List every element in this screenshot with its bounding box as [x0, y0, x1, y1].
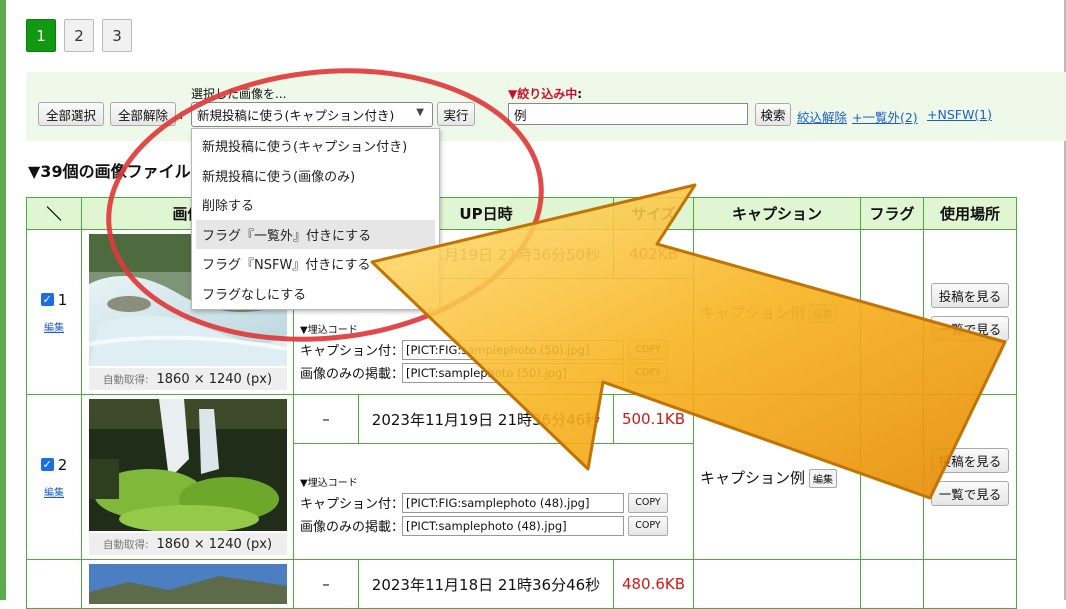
photo-thumbnail[interactable]: [88, 399, 287, 531]
caption-text: キャプション例: [700, 303, 806, 322]
image-dimensions: 自動取得: 1860 × 1240 (px): [88, 368, 287, 390]
copy-button[interactable]: COPY: [628, 362, 668, 383]
chevron-down-icon: ▼: [416, 107, 424, 118]
caption-edit-button[interactable]: 編集: [809, 303, 838, 323]
col-header-size: サイズ: [613, 197, 694, 230]
left-border: [0, 0, 6, 600]
dropdown-option-flag-nsfw[interactable]: フラグ『NSFW』付きにする: [192, 249, 439, 279]
view-post-button[interactable]: 投稿を見る: [931, 448, 1009, 473]
dropdown-option-delete[interactable]: 削除する: [192, 190, 439, 220]
caption-cell: キャプション例 編集: [693, 229, 861, 395]
filter-active-label: ▼絞り込み中:: [508, 87, 583, 101]
dropdown-option-flag-none[interactable]: フラグなしにする: [192, 279, 439, 309]
colon-separator: :: [179, 107, 184, 123]
clear-filter-link[interactable]: 絞込解除: [797, 107, 847, 126]
add-nsfw-filter-link[interactable]: +NSFW(1): [927, 107, 992, 122]
caption-edit-button[interactable]: 編集: [809, 468, 838, 488]
row-number: 2: [57, 455, 68, 474]
upload-date-cell: 2023年11月19日 21時36分46秒: [358, 394, 614, 444]
search-button[interactable]: 検索: [755, 103, 791, 126]
row-select-cell: ✓ 2 編集: [26, 394, 82, 560]
caption-cell: キャプション例 編集: [693, 394, 861, 560]
embed-code-header: ▼埋込コード: [300, 325, 358, 336]
dropdown-option-new-post-with-caption[interactable]: 新規投稿に使う(キャプション付き): [192, 131, 439, 161]
embed-caption-code-field[interactable]: [PICT:FIG:samplephoto (50).jpg]: [402, 339, 624, 360]
image-cell: [81, 559, 294, 609]
view-in-list-button[interactable]: 一覧で見る: [931, 316, 1009, 341]
embed-caption-code-field[interactable]: [PICT:FIG:samplephoto (48).jpg]: [402, 492, 624, 513]
table-row: ✓ 2 編集 自動取得: 1860 × 1240 (px) – 2023年11月19…: [26, 394, 1017, 560]
filter-input[interactable]: 例: [508, 103, 748, 125]
row-checkbox[interactable]: ✓: [40, 293, 54, 306]
copy-button[interactable]: COPY: [628, 339, 668, 360]
table-header-row: ＼ 画像 UP日時 サイズ キャプション フラグ 使用場所: [26, 197, 1017, 230]
view-post-button[interactable]: 投稿を見る: [931, 283, 1009, 308]
selected-images-caption: 選択した画像を...: [191, 87, 287, 101]
flag-cell: [860, 559, 924, 609]
file-size-cell: 402KB: [613, 229, 694, 279]
copy-button[interactable]: COPY: [628, 515, 668, 536]
add-unlisted-filter-link[interactable]: +一覧外(2): [852, 107, 918, 126]
flag-mark-cell: –: [293, 394, 359, 444]
embed-caption-label: キャプション付：: [300, 344, 405, 359]
bulk-action-toolbar: 全部選択 全部解除 選択した画像を... : 新規投稿に使う(キャプション付き)…: [26, 72, 1066, 141]
dropdown-option-flag-unlisted[interactable]: フラグ『一覧外』付きにする: [196, 219, 435, 249]
edit-link[interactable]: 編集: [27, 319, 81, 334]
row-checkbox[interactable]: ✓: [40, 458, 54, 471]
image-dimensions: 自動取得: 1860 × 1240 (px): [88, 533, 287, 555]
flag-mark-cell: –: [293, 559, 359, 609]
pagination: 1 2 3: [26, 19, 132, 52]
row-number: 1: [57, 290, 68, 309]
col-header-usage: 使用場所: [923, 197, 1017, 230]
file-size-cell: 480.6KB: [613, 559, 694, 609]
caption-text: キャプション例: [700, 468, 806, 487]
embed-code-header: ▼埋込コード: [300, 478, 358, 489]
copy-button[interactable]: COPY: [628, 492, 668, 513]
file-size-cell: 500.1KB: [613, 394, 694, 444]
embed-image-label: 画像のみの掲載：: [300, 520, 405, 535]
dropdown-option-new-post-image-only[interactable]: 新規投稿に使う(画像のみ): [192, 161, 439, 191]
flag-cell: [860, 229, 924, 395]
photo-thumbnail[interactable]: [88, 564, 287, 604]
edit-link[interactable]: 編集: [27, 484, 81, 499]
embed-code-cell: ▼埋込コード キャプション付： [PICT:FIG:samplephoto (4…: [293, 443, 694, 560]
embed-caption-label: キャプション付：: [300, 497, 405, 512]
view-in-list-button[interactable]: 一覧で見る: [931, 481, 1009, 506]
image-count-heading: ▼39個の画像ファイル: [28, 162, 191, 181]
col-header-select: ＼: [26, 197, 82, 230]
bulk-action-select[interactable]: 新規投稿に使う(キャプション付き) ▼: [191, 102, 433, 127]
table-row: – 2023年11月18日 21時36分46秒 480.6KB: [26, 559, 1017, 609]
row-select-cell: [26, 559, 82, 609]
page-2-button[interactable]: 2: [64, 19, 94, 52]
col-header-flag: フラグ: [860, 197, 924, 230]
col-header-caption: キャプション: [693, 197, 861, 230]
execute-button[interactable]: 実行: [437, 102, 475, 126]
bulk-action-dropdown-list: 新規投稿に使う(キャプション付き) 新規投稿に使う(画像のみ) 削除する フラグ…: [191, 128, 440, 310]
deselect-all-button[interactable]: 全部解除: [110, 102, 176, 126]
usage-cell: 投稿を見る 一覧で見る: [923, 229, 1017, 395]
row-select-cell: ✓ 1 編集: [26, 229, 82, 395]
upload-date-cell: 2023年11月18日 21時36分46秒: [358, 559, 614, 609]
bulk-action-value: 新規投稿に使う(キャプション付き): [197, 108, 395, 123]
usage-cell: [923, 559, 1017, 609]
usage-cell: 投稿を見る 一覧で見る: [923, 394, 1017, 560]
page-3-button[interactable]: 3: [102, 19, 132, 52]
embed-image-code-field[interactable]: [PICT:samplephoto (50).jpg]: [402, 362, 624, 383]
page-1-button[interactable]: 1: [26, 19, 56, 52]
table-row: ✓ 1 編集 自動取得: 1860 × 1240 (px) 2023年11月19日 …: [26, 229, 1017, 395]
image-table: ＼ 画像 UP日時 サイズ キャプション フラグ 使用場所 ✓ 1 編集 自動取得…: [26, 197, 1017, 609]
image-cell: 自動取得: 1860 × 1240 (px): [81, 394, 294, 560]
select-all-button[interactable]: 全部選択: [38, 102, 104, 126]
embed-image-label: 画像のみの掲載：: [300, 367, 405, 382]
caption-cell: [693, 559, 861, 609]
embed-image-code-field[interactable]: [PICT:samplephoto (48).jpg]: [402, 515, 624, 536]
flag-cell: [860, 394, 924, 560]
